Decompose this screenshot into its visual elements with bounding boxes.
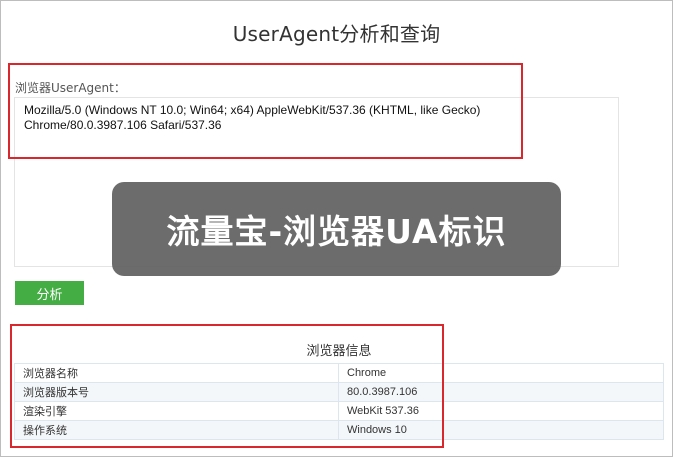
page-title: UserAgent分析和查询 <box>232 22 441 46</box>
overlay-caption: 流量宝-浏览器UA标识 <box>112 182 561 276</box>
highlight-box-browser-info <box>10 324 444 448</box>
analyze-button[interactable]: 分析 <box>15 281 84 305</box>
highlight-box-useragent <box>8 63 523 159</box>
